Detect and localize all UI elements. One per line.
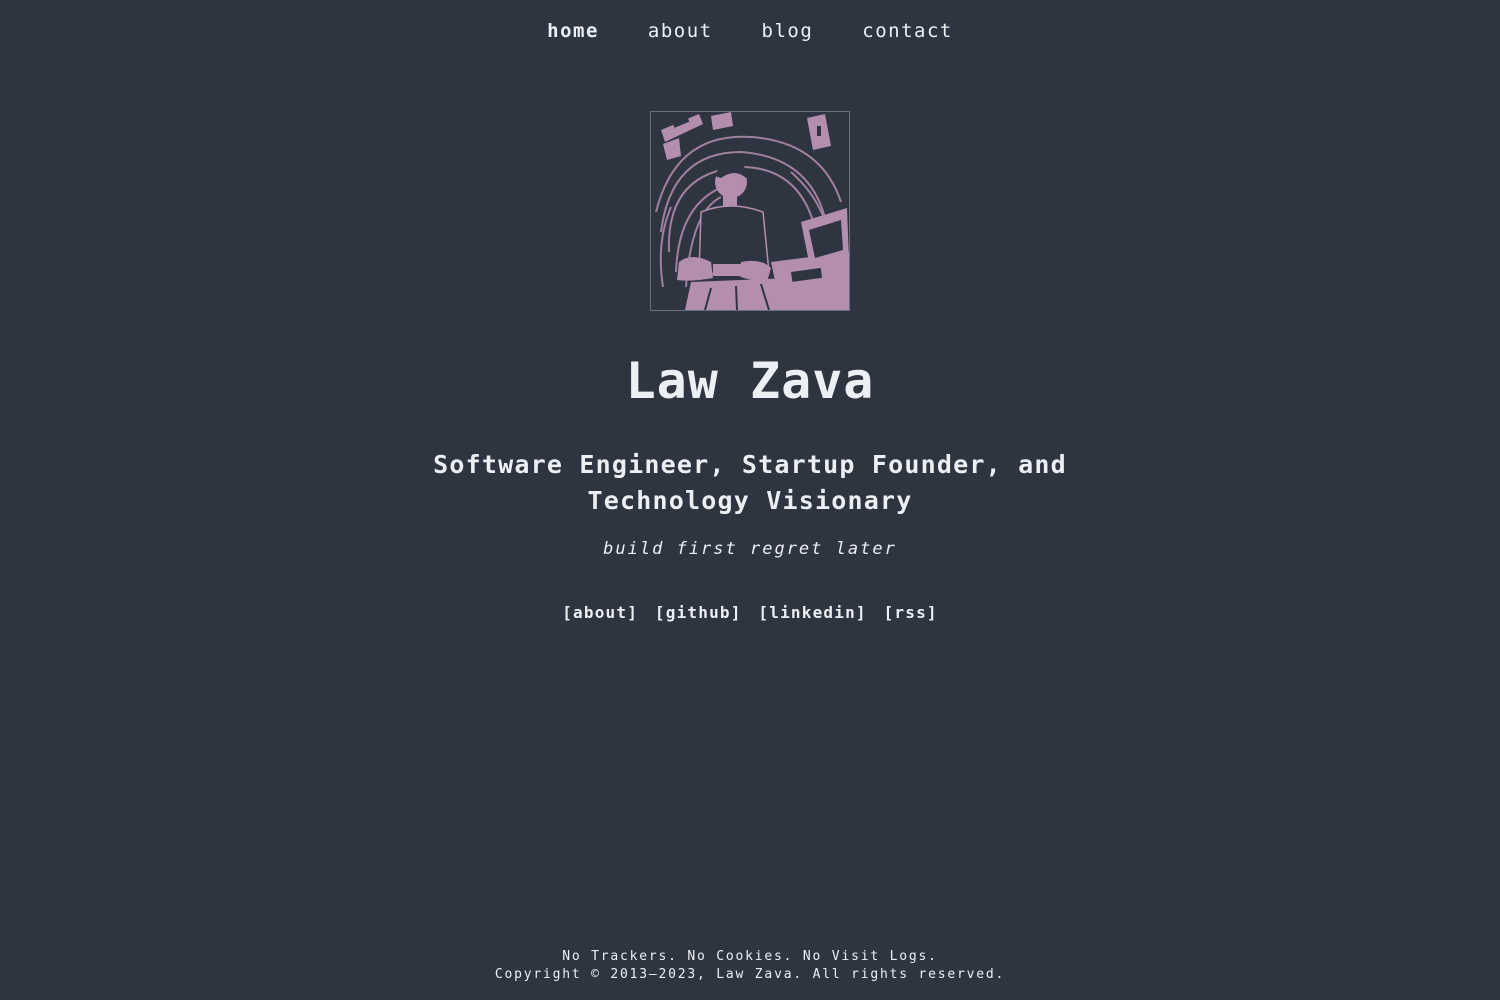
nav-item-contact[interactable]: contact xyxy=(862,20,953,42)
link-github[interactable]: [github] xyxy=(655,603,742,622)
avatar xyxy=(650,111,850,311)
subtitle: Software Engineer, Startup Founder, and … xyxy=(433,450,1067,515)
nav-item-home[interactable]: home xyxy=(547,20,599,42)
person-at-laptop-icon xyxy=(651,112,849,310)
privacy-notice: No Trackers. No Cookies. No Visit Logs. xyxy=(562,949,938,964)
copyright: Copyright © 2013–2023, Law Zava. All rig… xyxy=(494,967,1006,982)
social-links: [about] [github] [linkedin] [rss] xyxy=(0,603,1500,622)
nav-item-blog[interactable]: blog xyxy=(762,20,814,42)
tagline: build first regret later xyxy=(603,539,897,559)
top-nav: home about blog contact xyxy=(0,20,1500,42)
footer: No Trackers. No Cookies. No Visit Logs. … xyxy=(0,948,1500,984)
link-rss[interactable]: [rss] xyxy=(884,603,938,622)
nav-item-about[interactable]: about xyxy=(648,20,713,42)
page-title: Law Zava xyxy=(625,352,875,410)
page: home about blog contact Law Zava Softwar… xyxy=(0,0,1500,1000)
link-about[interactable]: [about] xyxy=(562,603,638,622)
link-linkedin[interactable]: [linkedin] xyxy=(758,603,866,622)
